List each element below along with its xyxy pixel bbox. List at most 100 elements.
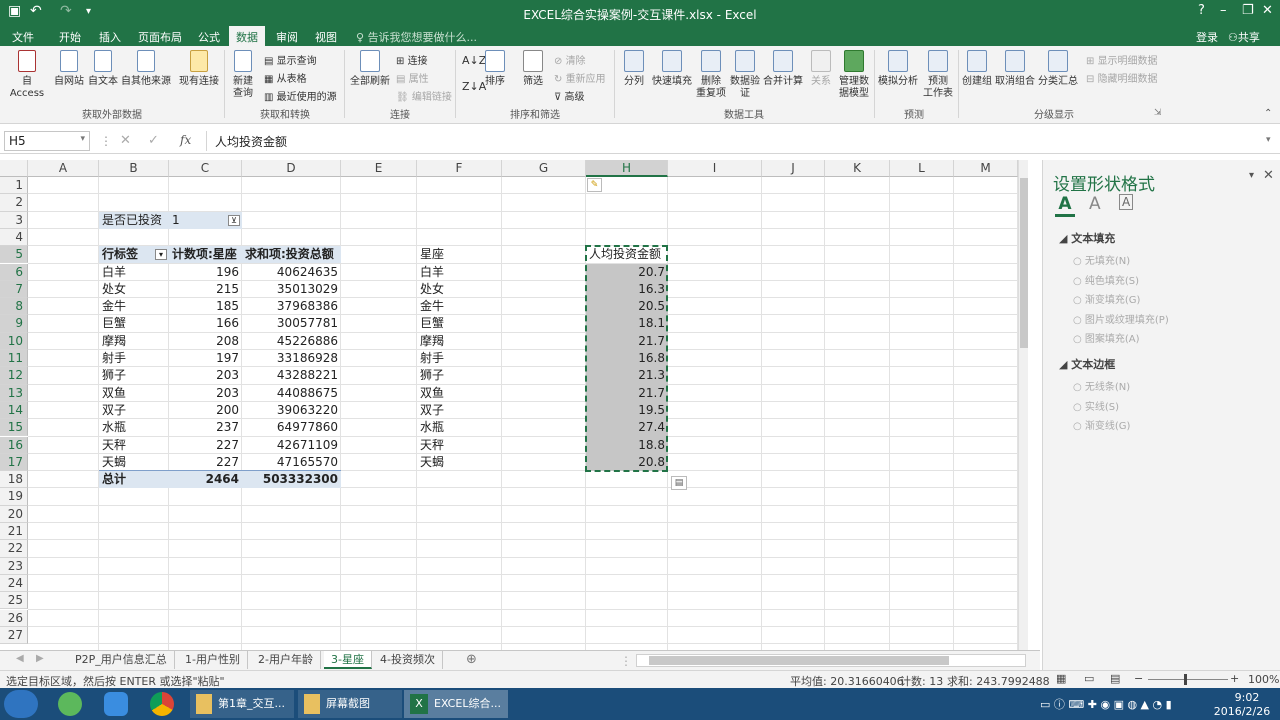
text-fill-outline-icon[interactable]: A (1055, 194, 1075, 217)
clock-date[interactable]: 2016/2/26 (1210, 705, 1274, 718)
row-header[interactable]: 12 (0, 367, 28, 385)
tab-insert[interactable]: 插入 (93, 28, 127, 46)
remove-duplicates-button[interactable]: 删除 重复项 (694, 50, 728, 100)
pivot-sum-value[interactable]: 33186928 (242, 350, 341, 367)
pivot-count-value[interactable]: 215 (169, 281, 242, 298)
column-header[interactable]: H (586, 160, 668, 177)
minimize-button[interactable]: – (1220, 3, 1227, 18)
pivot-sum-value[interactable]: 45226886 (242, 333, 341, 350)
pivot-count-value[interactable]: 203 (169, 367, 242, 384)
worksheet-grid[interactable]: A B C D E F G H I J K L M 1 2 3 4 5 6 7 8 9 10 11 1… (0, 160, 1028, 650)
filter-button[interactable]: 筛选 (518, 50, 548, 88)
tab-page-layout[interactable]: 页面布局 (132, 28, 188, 46)
quick-analysis-icon[interactable]: ▤ (671, 476, 687, 491)
sign-cell[interactable]: 双鱼 (417, 385, 502, 402)
column-header[interactable]: B (99, 160, 169, 177)
sign-cell[interactable]: 摩羯 (417, 333, 502, 350)
refresh-all-button[interactable]: 全部刷新 (348, 50, 392, 88)
text-fill-section[interactable]: ◢ 文本填充 (1059, 230, 1115, 246)
sign-cell[interactable]: 天秤 (417, 437, 502, 454)
flash-fill-button[interactable]: 快速填充 (650, 50, 694, 88)
pivot-count-value[interactable]: 203 (169, 385, 242, 402)
enter-icon[interactable]: ✓ (148, 133, 159, 148)
manage-data-model-button[interactable]: 管理数 据模型 (836, 50, 872, 100)
row-header[interactable]: 15 (0, 419, 28, 437)
ungroup-button[interactable]: 取消组合 (994, 50, 1036, 88)
scroll-tabs-right-icon[interactable]: ▶ (36, 653, 44, 664)
row-header[interactable]: 17 (0, 453, 28, 472)
sign-header[interactable]: 星座 (417, 246, 502, 263)
pivot-sum-value[interactable]: 39063220 (242, 402, 341, 419)
consolidate-button[interactable]: 合并计算 (762, 50, 804, 88)
pivot-row-label[interactable]: 巨蟹 (99, 315, 169, 332)
column-header[interactable]: I (668, 160, 762, 177)
sign-cell[interactable]: 水瓶 (417, 419, 502, 436)
row-header[interactable]: 26 (0, 609, 28, 627)
pivot-sum-value[interactable]: 44088675 (242, 385, 341, 402)
zoom-slider-thumb[interactable] (1184, 674, 1187, 685)
cancel-icon[interactable]: ✕ (120, 133, 131, 148)
filter-dropdown-icon[interactable]: ⊻ (228, 214, 240, 226)
zoom-level[interactable]: 100% (1248, 673, 1279, 686)
row-header[interactable]: 16 (0, 436, 28, 454)
sort-button[interactable]: 排序 (482, 50, 508, 88)
app-360-icon[interactable] (58, 692, 82, 716)
taskbar-item-screenshots[interactable]: 屏幕截图 (298, 690, 402, 718)
column-header[interactable]: A (28, 160, 99, 177)
page-break-view-icon[interactable]: ▤ (1110, 672, 1120, 685)
grid-body[interactable]: 1 2 3 4 5 6 7 8 9 10 11 12 13 14 15 16 17 18 19 20 21 22 23 24 2… (0, 177, 1018, 650)
row-header[interactable]: 8 (0, 298, 28, 316)
row-header[interactable]: 7 (0, 280, 28, 299)
row-header[interactable]: 6 (0, 263, 28, 281)
row-header[interactable]: 20 (0, 505, 28, 523)
sign-cell[interactable]: 双子 (417, 402, 502, 419)
sign-cell[interactable]: 天蝎 (417, 454, 502, 471)
text-border-section[interactable]: ◢ 文本边框 (1059, 356, 1115, 372)
pivot-count-value[interactable]: 227 (169, 437, 242, 454)
pivot-sum-value[interactable]: 37968386 (242, 298, 341, 315)
chrome-icon[interactable] (150, 692, 174, 716)
forecast-sheet-button[interactable]: 预测 工作表 (920, 50, 956, 100)
pivot-count-value[interactable]: 185 (169, 298, 242, 315)
pivot-row-label[interactable]: 天秤 (99, 437, 169, 454)
collapse-ribbon-icon[interactable]: ⌃ (1264, 108, 1272, 119)
pivot-count-value[interactable]: 227 (169, 454, 242, 471)
row-header[interactable]: 23 (0, 557, 28, 575)
login-button[interactable]: 登录 (1190, 28, 1224, 46)
column-header[interactable]: E (341, 160, 417, 177)
dialog-launcher-icon[interactable]: ⇲ (1154, 108, 1162, 118)
column-header[interactable]: M (954, 160, 1018, 177)
row-header[interactable]: 24 (0, 574, 28, 593)
advanced-filter-button[interactable]: ⊽ 高级 (554, 88, 585, 103)
pivot-row-label[interactable]: 射手 (99, 350, 169, 367)
sign-cell[interactable]: 处女 (417, 281, 502, 298)
column-header[interactable]: K (825, 160, 890, 177)
pivot-row-label[interactable]: 处女 (99, 281, 169, 298)
pivot-sum-value[interactable]: 30057781 (242, 315, 341, 332)
row-label-dropdown-icon[interactable]: ▾ (155, 249, 167, 261)
pivot-sum-value[interactable]: 43288221 (242, 367, 341, 384)
column-header[interactable]: F (417, 160, 502, 177)
pivot-count-value[interactable]: 237 (169, 419, 242, 436)
pivot-count-value[interactable]: 208 (169, 333, 242, 350)
group-button[interactable]: 创建组 (960, 50, 994, 88)
sign-cell[interactable]: 巨蟹 (417, 315, 502, 332)
column-header[interactable]: C (169, 160, 242, 177)
row-header[interactable]: 18 (0, 471, 28, 489)
scrollbar-thumb[interactable] (649, 656, 949, 665)
page-layout-view-icon[interactable]: ▭ (1084, 672, 1094, 685)
tab-formulas[interactable]: 公式 (192, 28, 226, 46)
select-all-corner[interactable] (0, 160, 28, 177)
app-feather-icon[interactable] (104, 692, 128, 716)
share-button[interactable]: ⚇共享 (1222, 28, 1266, 46)
normal-view-icon[interactable]: ▦ (1056, 672, 1066, 685)
column-header[interactable]: L (890, 160, 954, 177)
row-header[interactable]: 9 (0, 315, 28, 333)
what-if-analysis-button[interactable]: 模拟分析 (876, 50, 920, 88)
pivot-count-value[interactable]: 196 (169, 264, 242, 281)
clock-time[interactable]: 9:02 (1222, 691, 1272, 704)
text-effects-icon[interactable]: A (1089, 194, 1101, 214)
zoom-slider[interactable] (1148, 674, 1228, 685)
sign-cell[interactable]: 金牛 (417, 298, 502, 315)
pivot-sum-value[interactable]: 35013029 (242, 281, 341, 298)
